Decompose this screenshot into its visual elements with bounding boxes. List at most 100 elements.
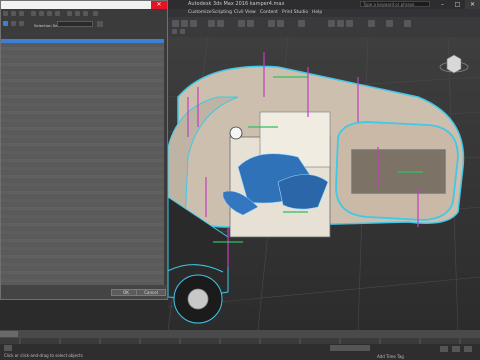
add-time-tag-button[interactable]: Add Time Tag bbox=[377, 354, 404, 359]
list-item[interactable] bbox=[1, 103, 164, 106]
list-item[interactable] bbox=[1, 191, 164, 194]
time-slider-handle[interactable] bbox=[0, 331, 18, 337]
toolbar-button[interactable] bbox=[277, 20, 284, 27]
list-item[interactable] bbox=[1, 135, 164, 138]
select-none-button[interactable] bbox=[11, 21, 16, 26]
list-header bbox=[1, 31, 167, 39]
list-item[interactable] bbox=[1, 47, 164, 50]
list-item[interactable] bbox=[1, 239, 164, 242]
status-bar: Click or click-and-drag to select object… bbox=[0, 344, 480, 360]
filter-button[interactable] bbox=[11, 11, 16, 16]
minimize-icon[interactable]: – bbox=[435, 0, 450, 9]
time-slider[interactable] bbox=[0, 330, 480, 338]
search-input[interactable]: Type a keyword or phrase bbox=[360, 1, 430, 7]
viewcube-icon bbox=[439, 54, 469, 74]
list-item[interactable] bbox=[1, 247, 164, 250]
list-item[interactable] bbox=[1, 271, 164, 274]
coordinate-display[interactable] bbox=[330, 345, 370, 351]
menu-print-studio[interactable]: Print Studio bbox=[282, 9, 308, 17]
list-item[interactable] bbox=[1, 127, 164, 130]
selection-set-dropdown[interactable] bbox=[57, 21, 93, 27]
dialog-title-bar[interactable] bbox=[1, 1, 167, 9]
filter-button[interactable] bbox=[47, 11, 52, 16]
list-item[interactable] bbox=[1, 255, 164, 258]
toolbar-button[interactable] bbox=[268, 20, 275, 27]
list-item[interactable] bbox=[1, 263, 164, 266]
list-item[interactable] bbox=[1, 207, 164, 210]
toolbar-button[interactable] bbox=[328, 20, 335, 27]
close-icon[interactable]: ✕ bbox=[465, 0, 480, 9]
filter-button[interactable] bbox=[67, 11, 72, 16]
search-placeholder: Type a keyword or phrase bbox=[363, 2, 415, 7]
maxscript-listener-icon[interactable] bbox=[4, 345, 12, 351]
toolbar-button[interactable] bbox=[346, 20, 353, 27]
list-item[interactable] bbox=[1, 159, 164, 162]
list-item[interactable] bbox=[1, 199, 164, 202]
menu-help[interactable]: Help bbox=[312, 9, 322, 17]
toolbar-button[interactable] bbox=[368, 20, 375, 27]
list-item[interactable] bbox=[1, 183, 164, 186]
list-item[interactable] bbox=[1, 87, 164, 90]
toolbar-button[interactable] bbox=[181, 20, 188, 27]
list-item-selected[interactable] bbox=[1, 39, 164, 43]
menu-bar: Customize Scripting Civil View Content P… bbox=[168, 9, 480, 17]
list-item[interactable] bbox=[1, 175, 164, 178]
viewport-scene[interactable] bbox=[168, 37, 480, 330]
toolbar-button[interactable] bbox=[217, 20, 224, 27]
list-item[interactable] bbox=[1, 279, 164, 282]
toolbar-button[interactable] bbox=[190, 20, 197, 27]
animation-control-icon[interactable] bbox=[440, 346, 448, 352]
menu-civil-view[interactable]: Civil View bbox=[234, 9, 256, 17]
list-item[interactable] bbox=[1, 71, 164, 74]
filter-button[interactable] bbox=[93, 11, 98, 16]
filter-button[interactable] bbox=[3, 11, 8, 16]
toolbar-button[interactable] bbox=[386, 20, 393, 27]
list-item[interactable] bbox=[1, 63, 164, 66]
main-toolbar bbox=[168, 17, 480, 38]
menu-scripting[interactable]: Scripting bbox=[212, 9, 232, 17]
list-item[interactable] bbox=[1, 95, 164, 98]
select-all-button[interactable] bbox=[3, 21, 8, 26]
filter-button[interactable] bbox=[75, 11, 80, 16]
list-item[interactable] bbox=[1, 111, 164, 114]
list-item[interactable] bbox=[1, 119, 164, 122]
animation-control-icon[interactable] bbox=[452, 346, 460, 352]
filter-button[interactable] bbox=[39, 11, 44, 16]
toolbar-button[interactable] bbox=[337, 20, 344, 27]
filter-button[interactable] bbox=[83, 11, 88, 16]
toolbar-button[interactable] bbox=[404, 20, 411, 27]
toolbar-button[interactable] bbox=[247, 20, 254, 27]
list-item[interactable] bbox=[1, 223, 164, 226]
list-item[interactable] bbox=[1, 167, 164, 170]
toolbar-button[interactable] bbox=[172, 29, 177, 34]
list-item[interactable] bbox=[1, 215, 164, 218]
menu-content[interactable]: Content bbox=[260, 9, 278, 17]
dialog-toolbar bbox=[1, 9, 167, 31]
filter-button[interactable] bbox=[55, 11, 60, 16]
select-invert-button[interactable] bbox=[19, 21, 24, 26]
filter-button[interactable] bbox=[31, 11, 36, 16]
list-item[interactable] bbox=[1, 55, 164, 58]
menu-customize[interactable]: Customize bbox=[188, 9, 212, 17]
select-from-scene-dialog: ✕ Selection Set: OK Cancel bbox=[0, 0, 168, 300]
app-title: Autodesk 3ds Max 2016 kamper4.max bbox=[188, 1, 285, 7]
list-item[interactable] bbox=[1, 143, 164, 146]
toolbar-button[interactable] bbox=[238, 20, 245, 27]
viewport-navigation-icon[interactable] bbox=[464, 346, 472, 352]
toolbar-button[interactable] bbox=[298, 20, 305, 27]
cancel-button[interactable]: Cancel bbox=[136, 289, 166, 296]
toolbar-button[interactable] bbox=[180, 29, 185, 34]
list-scrollbar[interactable] bbox=[164, 39, 167, 285]
toolbar-button[interactable] bbox=[172, 20, 179, 27]
list-item[interactable] bbox=[1, 79, 164, 82]
filter-button[interactable] bbox=[19, 11, 24, 16]
list-item[interactable] bbox=[1, 231, 164, 234]
selection-set-button[interactable] bbox=[97, 21, 103, 27]
close-icon[interactable]: ✕ bbox=[151, 1, 167, 9]
object-list[interactable] bbox=[1, 39, 164, 285]
perspective-viewport[interactable] bbox=[168, 37, 480, 330]
list-item[interactable] bbox=[1, 151, 164, 154]
status-prompt: Click or click-and-drag to select object… bbox=[4, 353, 83, 358]
toolbar-button[interactable] bbox=[208, 20, 215, 27]
maximize-icon[interactable]: □ bbox=[450, 0, 465, 9]
